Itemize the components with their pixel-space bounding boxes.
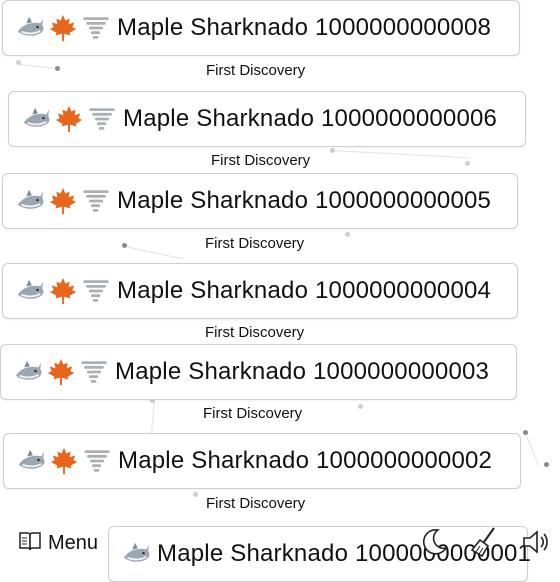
canvas-dot [122,243,127,248]
element-card[interactable]: Maple Sharknado 1000000000003 [0,344,517,400]
maple-leaf-icon [48,13,78,43]
emoji-group [13,357,109,387]
connector-line [151,399,155,434]
menu-label: Menu [48,532,99,554]
menu-button[interactable]: Menu [18,530,103,557]
broom-icon[interactable] [468,526,500,563]
shark-icon [13,357,43,387]
maple-leaf-icon [49,446,79,476]
shark-icon [15,186,45,216]
discovery-caption: First Discovery [209,152,313,169]
connector-line [124,246,184,260]
discovery-caption: First Discovery [204,495,308,512]
element-card[interactable]: Maple Sharknado 1000000000005 [2,173,518,229]
discovery-caption: First Discovery [203,324,307,341]
tornado-icon [87,104,117,134]
canvas-dot [55,66,60,71]
element-name: Maple Sharknado 1000000000008 [117,14,492,41]
element-name: Maple Sharknado 1000000000004 [117,277,492,304]
shark-icon [15,13,45,43]
element-card[interactable]: Maple Sharknado 1000000000002 [3,433,521,489]
shark-icon [16,446,46,476]
shark-icon [15,276,45,306]
shark-icon [21,104,51,134]
canvas-dot [544,462,549,467]
canvas-dot [465,161,470,166]
element-name: Maple Sharknado 1000000000005 [117,187,492,214]
emoji-group [15,13,111,43]
emoji-group [15,186,111,216]
tornado-icon [81,13,111,43]
canvas-dot [16,60,21,65]
canvas-dot [330,148,335,153]
connector-line [17,64,60,70]
maple-leaf-icon [48,276,78,306]
tornado-icon [82,446,112,476]
discovery-caption: First Discovery [204,62,308,79]
emoji-group [15,276,111,306]
emoji-group [16,446,112,476]
book-icon [18,530,42,557]
moon-icon[interactable] [418,526,450,563]
element-name: Maple Sharknado 1000000000002 [118,447,493,474]
element-card[interactable]: Maple Sharknado 1000000000004 [2,263,518,319]
crafting-canvas[interactable]: Maple Sharknado 1000000000008 First Disc… [0,0,560,582]
tornado-icon [81,276,111,306]
speaker-icon[interactable] [520,526,552,563]
element-name: Maple Sharknado 1000000000006 [123,105,498,132]
tornado-icon [81,186,111,216]
discovery-caption: First Discovery [203,235,307,252]
maple-leaf-icon [46,357,76,387]
element-name: Maple Sharknado 1000000000003 [115,358,490,385]
connector-line [329,150,470,159]
element-card[interactable]: Maple Sharknado 1000000000008 [2,0,520,56]
emoji-group [21,104,117,134]
canvas-dot [523,430,528,435]
connector-line [525,433,540,467]
tornado-icon [79,357,109,387]
element-card[interactable]: Maple Sharknado 1000000000006 [8,91,526,147]
canvas-dot [358,404,363,409]
maple-leaf-icon [48,186,78,216]
canvas-dot [345,232,350,237]
canvas-dot [193,492,198,497]
bottom-toolbar: Menu [0,522,560,560]
maple-leaf-icon [54,104,84,134]
discovery-caption: First Discovery [201,405,305,422]
